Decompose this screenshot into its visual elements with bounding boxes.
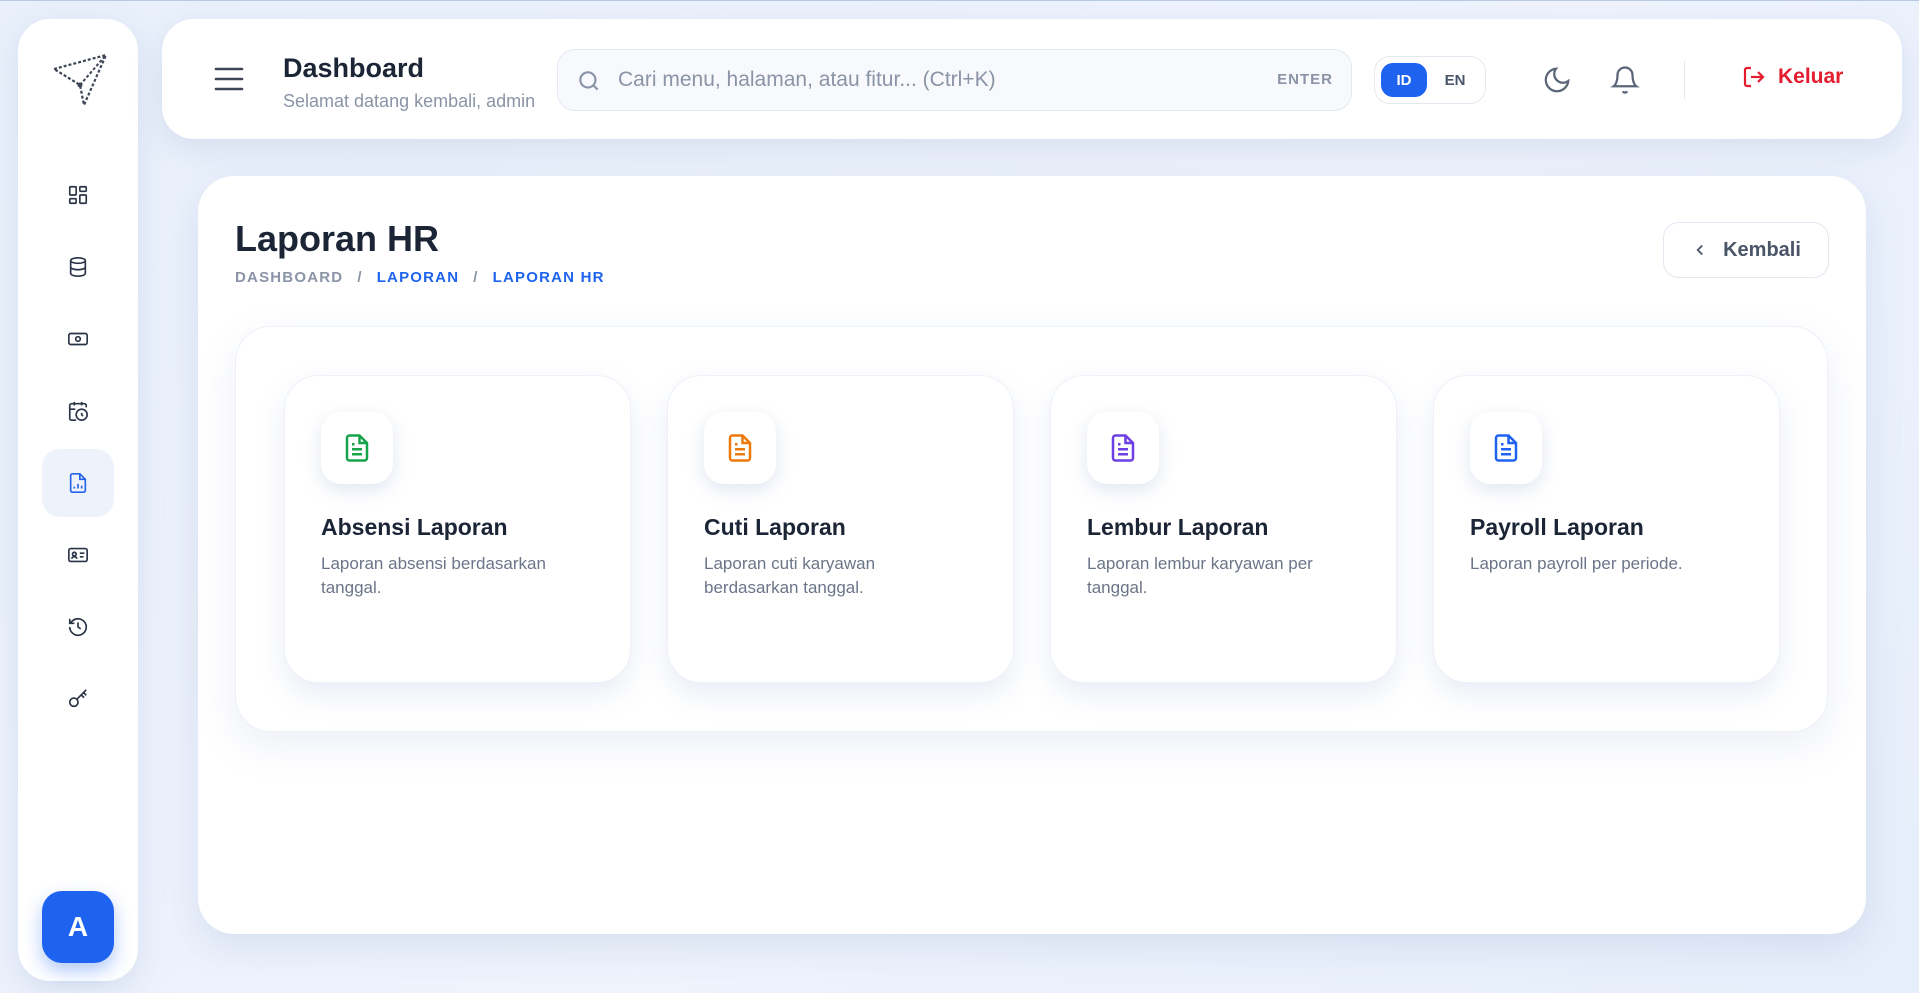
search-enter-hint: ENTER	[1277, 71, 1333, 88]
sidebar-item-database[interactable]	[42, 233, 114, 301]
sidebar-item-history[interactable]	[42, 593, 114, 661]
cash-icon	[68, 332, 88, 346]
user-avatar[interactable]: A	[42, 891, 114, 963]
database-icon	[69, 257, 87, 277]
global-search: ENTER	[557, 49, 1352, 111]
breadcrumb-dashboard[interactable]: DASHBOARD	[235, 269, 343, 286]
id-card-icon	[68, 547, 88, 563]
card-description: Laporan lembur karyawan per tanggal.	[1087, 554, 1313, 597]
search-input[interactable]	[618, 58, 1258, 102]
main-panel: Laporan HR DASHBOARD / LAPORAN / LAPORAN…	[198, 176, 1866, 934]
card-icon-box	[704, 412, 776, 484]
card-description: Laporan absensi berdasarkan tanggal.	[321, 554, 546, 597]
report-card-absensi[interactable]: Absensi Laporan Laporan absensi berdasar…	[284, 375, 631, 683]
dark-mode-moon-icon[interactable]	[1542, 65, 1572, 95]
key-icon	[68, 689, 87, 708]
breadcrumb-separator: /	[473, 269, 479, 286]
page-title: Laporan HR	[235, 218, 440, 259]
document-icon	[728, 434, 752, 462]
back-button[interactable]: Kembali	[1663, 222, 1829, 278]
calendar-clock-icon	[68, 401, 88, 421]
card-description: Laporan cuti karyawan berdasarkan tangga…	[704, 554, 876, 597]
card-title: Cuti Laporan	[704, 514, 846, 540]
sidebar-item-reports[interactable]	[42, 449, 114, 517]
sidebar-item-employees[interactable]	[42, 521, 114, 589]
logout-icon	[1743, 66, 1765, 88]
report-cards-container: Absensi Laporan Laporan absensi berdasar…	[235, 326, 1828, 732]
sidebar-item-finance[interactable]	[42, 305, 114, 373]
breadcrumb-separator: /	[357, 269, 363, 286]
header-title: Dashboard	[283, 53, 425, 83]
card-title: Lembur Laporan	[1087, 514, 1269, 540]
history-icon	[68, 618, 88, 637]
logout-button[interactable]: Keluar	[1742, 65, 1843, 89]
sidebar-item-schedule[interactable]	[42, 377, 114, 445]
app-logo[interactable]	[50, 51, 110, 111]
card-icon-box	[321, 412, 393, 484]
search-icon	[576, 68, 602, 94]
menu-toggle-icon[interactable]	[214, 65, 244, 93]
document-icon	[345, 434, 369, 462]
card-icon-box	[1087, 412, 1159, 484]
notification-bell-icon[interactable]	[1610, 65, 1640, 95]
lang-option-en[interactable]: EN	[1432, 63, 1478, 97]
document-icon	[1111, 434, 1135, 462]
report-chart-icon	[69, 473, 87, 493]
card-icon-box	[1470, 412, 1542, 484]
report-card-lembur[interactable]: Lembur Laporan Laporan lembur karyawan p…	[1050, 375, 1397, 683]
dashboard-grid-icon	[68, 185, 88, 205]
card-description: Laporan payroll per periode.	[1470, 554, 1683, 573]
back-label: Kembali	[1723, 238, 1801, 261]
card-title: Absensi Laporan	[321, 514, 508, 540]
top-header: Dashboard Selamat datang kembali, admin …	[162, 19, 1902, 139]
lang-option-id[interactable]: ID	[1381, 63, 1427, 97]
report-card-payroll[interactable]: Payroll Laporan Laporan payroll per peri…	[1433, 375, 1780, 683]
document-icon	[1494, 434, 1518, 462]
breadcrumb-laporan-hr: LAPORAN HR	[492, 269, 605, 286]
language-switch: ID EN	[1374, 56, 1486, 104]
breadcrumb: DASHBOARD / LAPORAN / LAPORAN HR	[235, 269, 605, 286]
sidebar-item-dashboard[interactable]	[42, 161, 114, 229]
breadcrumb-laporan[interactable]: LAPORAN	[377, 269, 460, 286]
header-divider	[1684, 61, 1685, 99]
logout-label: Keluar	[1778, 65, 1844, 88]
header-subtitle: Selamat datang kembali, admin	[283, 91, 536, 111]
chevron-left-icon	[1696, 244, 1703, 256]
sidebar-item-access[interactable]	[42, 665, 114, 733]
sidebar: A	[18, 19, 138, 981]
report-card-cuti[interactable]: Cuti Laporan Laporan cuti karyawan berda…	[667, 375, 1014, 683]
card-title: Payroll Laporan	[1470, 514, 1644, 540]
